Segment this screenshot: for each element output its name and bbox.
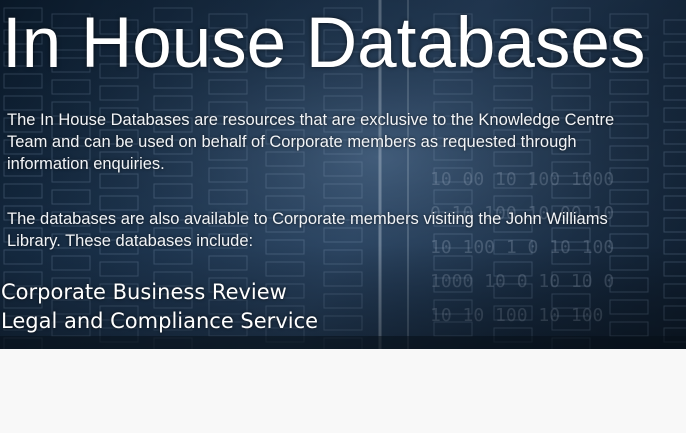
intro-line: Team and can be used on behalf of Corpor…: [7, 133, 577, 151]
availability-paragraph: The databases are also available to Corp…: [7, 208, 608, 252]
availability-line: The databases are also available to Corp…: [7, 210, 608, 228]
availability-line: Library. These databases include:: [7, 232, 254, 250]
banner: 10 00 10 100 10000 10 100 10 00 1010 100…: [0, 0, 686, 349]
intro-paragraph: The In House Databases are resources tha…: [7, 109, 614, 175]
page-title: In House Databases: [2, 4, 646, 83]
database-list: Corporate Business Review Legal and Comp…: [1, 278, 318, 336]
intro-line: The In House Databases are resources tha…: [7, 111, 615, 129]
database-item: Corporate Business Review: [1, 280, 287, 304]
database-item: Legal and Compliance Service: [1, 309, 319, 333]
intro-line: information enquiries.: [7, 155, 165, 173]
page-background: [0, 349, 686, 433]
